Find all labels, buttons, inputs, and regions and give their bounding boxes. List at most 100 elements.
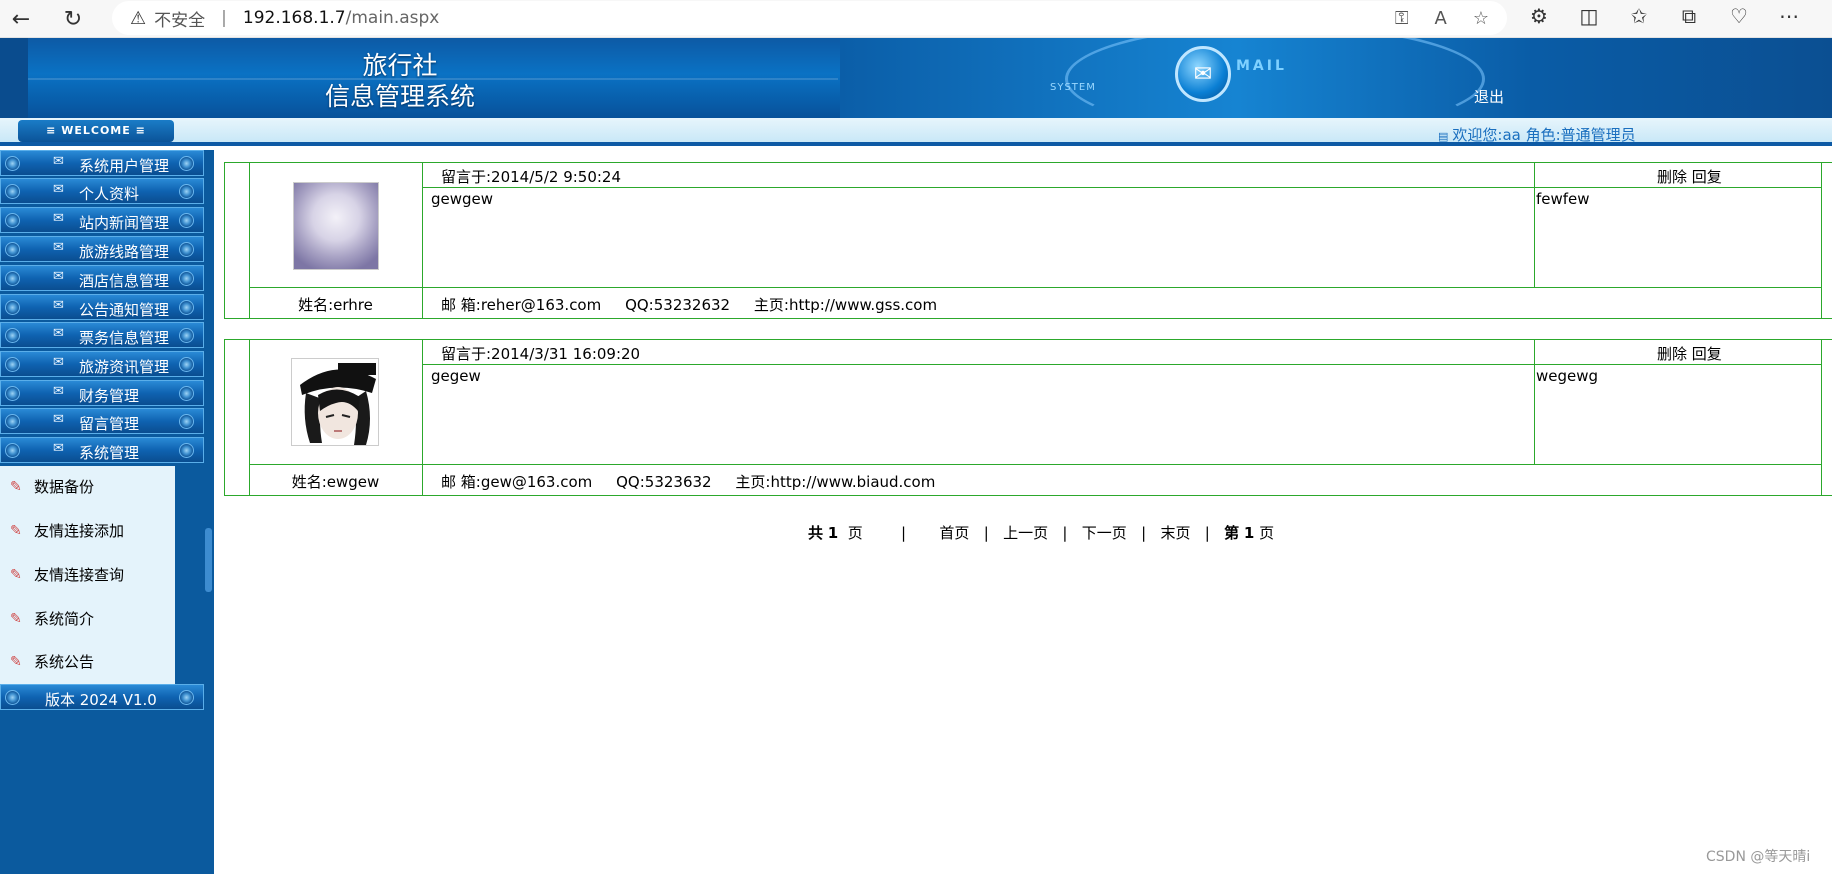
- insecure-label: 不安全: [154, 10, 206, 31]
- sidebar-item-label: 酒店信息管理: [79, 272, 170, 290]
- url-host: 192.168.1.7: [242, 8, 346, 28]
- pager-first-link[interactable]: 首页: [939, 524, 969, 542]
- version-label: 版本 2024 V1.0: [45, 691, 157, 709]
- envelope-icon: ✉: [53, 355, 64, 370]
- envelope-icon: ✉: [53, 269, 64, 284]
- welcome-bar: ≡ WELCOME ≡ ▤ 欢迎您:aa 角色:普通管理员: [0, 118, 1832, 146]
- submenu-item-announcement[interactable]: ✎ 系统公告: [10, 651, 94, 672]
- sidebar-item-label: 系统用户管理: [79, 157, 170, 175]
- mail-icon: ✉: [1175, 46, 1231, 102]
- sidebar-item-finance[interactable]: ✉ 财务管理: [0, 380, 204, 406]
- message-actions: 删除 回复: [1657, 343, 1722, 364]
- submenu-item-label: 友情连接查询: [34, 566, 125, 584]
- system-submenu: ✎ 数据备份 ✎ 友情连接添加 ✎ 友情连接查询 ✎ 系统简介 ✎ 系统公告: [0, 466, 175, 684]
- back-icon[interactable]: ←: [6, 4, 36, 34]
- sidebar-item-system[interactable]: ✉ 系统管理: [0, 437, 204, 463]
- message-reply: fewfew: [1536, 190, 1590, 208]
- split-screen-icon[interactable]: ◫: [1575, 4, 1603, 28]
- user-avatar: [293, 182, 379, 270]
- sidebar-item-messages[interactable]: ✉ 留言管理: [0, 408, 204, 434]
- sidebar-item-label: 留言管理: [79, 415, 140, 433]
- sidebar-item-label: 系统管理: [79, 444, 140, 462]
- collections-icon[interactable]: ⧉: [1675, 4, 1703, 28]
- health-icon[interactable]: ♡: [1725, 4, 1753, 28]
- refresh-icon[interactable]: ↻: [58, 4, 88, 34]
- submenu-item-label: 系统公告: [34, 653, 95, 671]
- delete-link[interactable]: 删除: [1657, 168, 1687, 186]
- pencil-icon: ✎: [10, 522, 22, 539]
- app-title: 旅行社 信息管理系统: [280, 50, 520, 112]
- pager-next-link[interactable]: 下一页: [1082, 524, 1127, 542]
- sidebar-item-label: 公告通知管理: [79, 301, 170, 319]
- app-title-line2: 信息管理系统: [324, 82, 475, 111]
- sidebar-item-label: 票务信息管理: [79, 329, 170, 347]
- browser-toolbar: ← ↻ ⚠ 不安全 | 192.168.1.7/main.aspx ⚿ A ☆ …: [0, 0, 1832, 38]
- app-header: 旅行社 信息管理系统 SYSTEM ✉ MAIL 退出: [0, 38, 1832, 118]
- sidebar-item-label: 站内新闻管理: [79, 214, 170, 232]
- reply-link[interactable]: 回复: [1692, 168, 1722, 186]
- message-contact: 邮 箱:reher@163.com QQ:53232632 主页:http://…: [441, 296, 938, 314]
- message-card: 留言于:2014/5/2 9:50:24 删除 回复 gewgew fewfew…: [224, 162, 1832, 319]
- envelope-icon: ✉: [53, 441, 64, 456]
- version-bar: 版本 2024 V1.0: [0, 684, 204, 710]
- pencil-icon: ✎: [10, 566, 22, 583]
- sidebar-item-notices[interactable]: ✉ 公告通知管理: [0, 294, 204, 320]
- pagination: 共 1 页 | 首页 | 上一页 | 下一页 | 末页 | 第 1 页: [808, 524, 1275, 542]
- url-path: /main.aspx: [345, 8, 440, 28]
- sidebar-item-profile[interactable]: ✉ 个人资料: [0, 178, 204, 204]
- app-title-line1: 旅行社: [362, 51, 438, 80]
- address-bar[interactable]: ⚠ 不安全 | 192.168.1.7/main.aspx ⚿ A ☆: [112, 1, 1507, 35]
- favorites-icon[interactable]: ✩: [1625, 4, 1653, 28]
- envelope-icon: ✉: [53, 154, 64, 169]
- delete-link[interactable]: 删除: [1657, 345, 1687, 363]
- submenu-item-label: 系统简介: [34, 610, 95, 628]
- user-info-text: 欢迎您:aa 角色:普通管理员: [1452, 126, 1636, 144]
- watermark: CSDN @等天晴i: [1706, 849, 1811, 865]
- submenu-item-label: 友情连接添加: [34, 522, 125, 540]
- sidebar-item-hotels[interactable]: ✉ 酒店信息管理: [0, 265, 204, 291]
- sidebar-item-label: 财务管理: [79, 387, 140, 405]
- read-aloud-icon[interactable]: A: [1435, 8, 1447, 29]
- pencil-icon: ✎: [10, 478, 22, 495]
- envelope-icon: ✉: [53, 326, 64, 341]
- user-info: ▤ 欢迎您:aa 角色:普通管理员: [1438, 124, 1636, 145]
- envelope-icon: ✉: [53, 182, 64, 197]
- submenu-item-intro[interactable]: ✎ 系统简介: [10, 608, 94, 629]
- pager-prev-link[interactable]: 上一页: [1003, 524, 1048, 542]
- key-icon[interactable]: ⚿: [1395, 8, 1409, 29]
- sidebar-item-news[interactable]: ✉ 站内新闻管理: [0, 207, 204, 233]
- extensions-icon[interactable]: ⚙: [1525, 4, 1553, 28]
- pager-last-link[interactable]: 末页: [1160, 524, 1190, 542]
- pager-current: 第 1 页: [1224, 524, 1275, 542]
- favorite-star-icon[interactable]: ☆: [1473, 8, 1489, 29]
- sidebar-item-routes[interactable]: ✉ 旅游线路管理: [0, 236, 204, 262]
- envelope-icon: ✉: [53, 211, 64, 226]
- logout-link[interactable]: 退出: [1474, 86, 1504, 107]
- envelope-icon: ✉: [53, 298, 64, 313]
- envelope-icon: ✉: [53, 384, 64, 399]
- submenu-item-backup[interactable]: ✎ 数据备份: [10, 476, 94, 497]
- message-time: 留言于:2014/3/31 16:09:20: [441, 345, 641, 363]
- message-content: gegew: [431, 367, 481, 385]
- message-content: gewgew: [431, 190, 494, 208]
- message-author: 姓名:ewgew: [291, 473, 380, 491]
- more-menu-icon[interactable]: ⋯: [1775, 4, 1803, 28]
- sidebar: ✉ 系统用户管理 ✉ 个人资料 ✉ 站内新闻管理 ✉ 旅游线路管理 ✉ 酒店信息管理 ✉ 公…: [0, 150, 214, 874]
- sidebar-item-travel-info[interactable]: ✉ 旅游资讯管理: [0, 351, 204, 377]
- reply-link[interactable]: 回复: [1692, 345, 1722, 363]
- sidebar-item-tickets[interactable]: ✉ 票务信息管理: [0, 322, 204, 348]
- message-reply: wegewg: [1536, 367, 1599, 385]
- pager-total-pages: 1: [827, 524, 839, 542]
- submenu-item-link-query[interactable]: ✎ 友情连接查询: [10, 564, 124, 585]
- envelope-icon: ✉: [53, 412, 64, 427]
- user-info-icon: ▤: [1438, 130, 1449, 143]
- sidebar-item-label: 个人资料: [79, 185, 140, 203]
- sidebar-item-users[interactable]: ✉ 系统用户管理: [0, 150, 204, 176]
- submenu-item-link-add[interactable]: ✎ 友情连接添加: [10, 520, 124, 541]
- system-logo-text: SYSTEM: [1050, 82, 1096, 93]
- pager-total: 共 1 页: [808, 524, 863, 542]
- mail-logo-text: MAIL: [1236, 58, 1287, 74]
- pencil-icon: ✎: [10, 653, 22, 670]
- message-time: 留言于:2014/5/2 9:50:24: [441, 168, 622, 186]
- sidebar-resize-handle[interactable]: [205, 528, 212, 592]
